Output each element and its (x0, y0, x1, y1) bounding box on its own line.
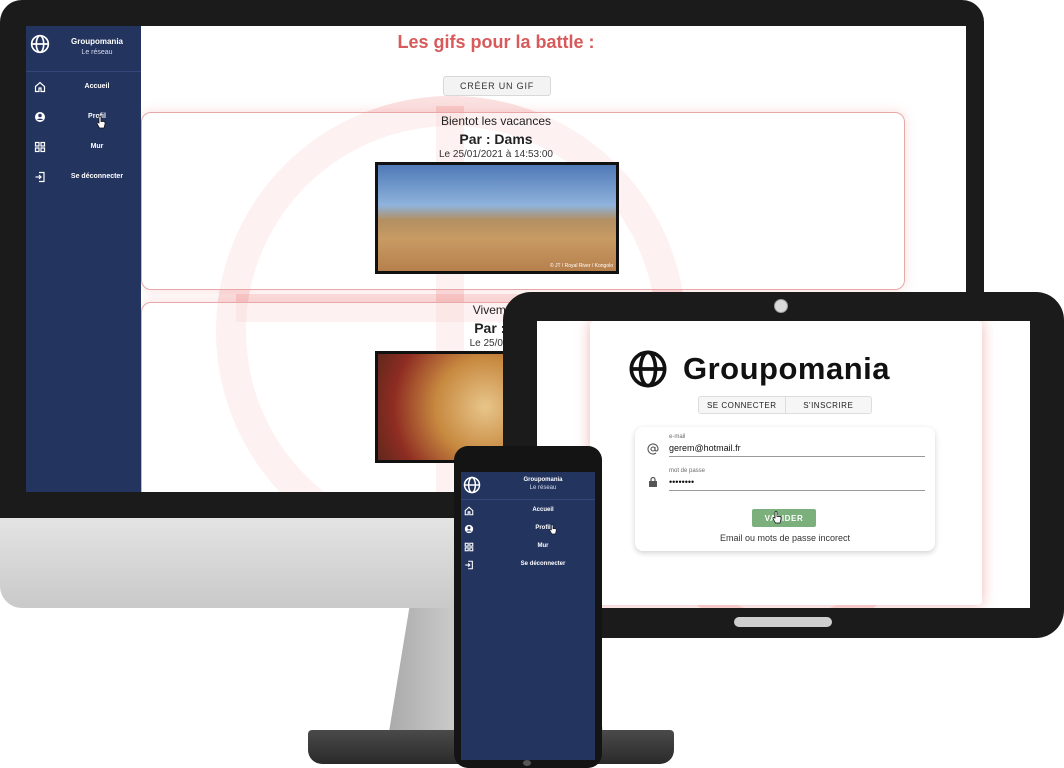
tablet-screen: Groupomania SE CONNECTER S'INSCRIRE e-ma… (537, 321, 1030, 608)
phone-nav-item-accueil[interactable]: Accueil (461, 504, 595, 520)
brand-name: Groupomania (683, 351, 891, 386)
login-form: e-mail gerem@hotmail.fr mot de passe •••… (635, 427, 935, 551)
wall-icon (34, 141, 46, 153)
sidebar-item-label: Accueil (84, 83, 110, 90)
password-field[interactable]: •••••••• (669, 477, 694, 487)
phone-device: Groupomania Le réseau Accueil Profil Mur… (454, 446, 602, 768)
email-field[interactable]: gerem@hotmail.fr (669, 443, 741, 453)
tablet-home-bar (734, 617, 832, 627)
login-panel: Groupomania SE CONNECTER S'INSCRIRE e-ma… (590, 321, 982, 605)
globe-icon (30, 34, 50, 54)
device-mockup-stage: Groupomania Le réseau Accueil Profil Mur… (0, 0, 1064, 768)
user-icon (464, 524, 474, 534)
login-error-message: Email ou mots de passe incorect (719, 533, 851, 543)
hand-cursor-icon (772, 511, 782, 524)
gif-image-credit: © JT / Royal River / Kongolo (549, 263, 613, 269)
phone-brand: Groupomania (523, 477, 563, 483)
phone-nav-label: Profil (535, 525, 551, 531)
phone-home-button (523, 760, 531, 766)
create-gif-button[interactable]: CRÉER UN GIF (443, 76, 551, 96)
phone-nav-item-mur[interactable]: Mur (461, 540, 595, 556)
gif-image: © JT / Royal River / Kongolo (375, 162, 619, 274)
phone-nav-label: Se déconnecter (520, 561, 566, 567)
sidebar-item-label: Se déconnecter (70, 173, 124, 180)
phone-subtitle: Le réseau (529, 485, 557, 491)
password-field-label: mot de passe (669, 468, 706, 474)
tab-se-connecter[interactable]: SE CONNECTER (699, 397, 785, 413)
logout-icon (465, 560, 473, 570)
brand-header: Groupomania (623, 349, 890, 389)
lock-icon (649, 476, 657, 487)
sidebar-item-se-deconnecter[interactable]: Se déconnecter (26, 167, 141, 191)
page-title: Les gifs pour la battle : (397, 32, 595, 52)
user-icon (35, 112, 45, 122)
globe-icon (463, 476, 481, 494)
phone-nav-label: Accueil (532, 507, 554, 513)
gif-title: Bientot les vacances (440, 114, 552, 128)
gif-date: Le 25/01/2021 à 14:53:00 (439, 149, 553, 160)
phone-nav-item-profil[interactable]: Profil (461, 522, 595, 538)
sidebar-item-accueil[interactable]: Accueil (26, 77, 141, 101)
sidebar-subtitle: Le réseau (81, 49, 113, 56)
phone-screen: Groupomania Le réseau Accueil Profil Mur… (461, 472, 595, 760)
password-underline (669, 490, 925, 491)
phone-nav-item-se-deconnecter[interactable]: Se déconnecter (461, 558, 595, 574)
tablet-camera (774, 299, 788, 313)
wall-icon (464, 542, 474, 552)
gif-author: Par : Dams (459, 131, 533, 147)
logout-icon (35, 171, 45, 183)
home-icon (34, 81, 46, 93)
validate-button[interactable]: VALIDER (752, 509, 816, 527)
email-field-label: e-mail (669, 434, 686, 440)
globe-icon (629, 350, 667, 388)
home-icon (464, 506, 474, 516)
sidebar-header: Groupomania Le réseau (26, 26, 141, 72)
phone-nav-label: Mur (537, 543, 549, 549)
sidebar-brand: Groupomania (70, 37, 123, 46)
tab-s-inscrire[interactable]: S'INSCRIRE (784, 397, 872, 413)
sidebar-item-profil[interactable]: Profil (26, 107, 141, 131)
hand-cursor-icon (549, 524, 557, 535)
sidebar-item-mur[interactable]: Mur (26, 137, 141, 161)
desktop-sidebar: Groupomania Le réseau Accueil Profil Mur… (26, 26, 141, 492)
phone-sidebar-header: Groupomania Le réseau (461, 472, 595, 500)
email-underline (669, 456, 925, 457)
hand-cursor-icon (96, 116, 106, 129)
at-icon (647, 443, 659, 455)
auth-tabs: SE CONNECTER S'INSCRIRE (698, 396, 872, 414)
sidebar-item-label: Mur (90, 143, 104, 150)
gif-image-scene (378, 165, 616, 271)
